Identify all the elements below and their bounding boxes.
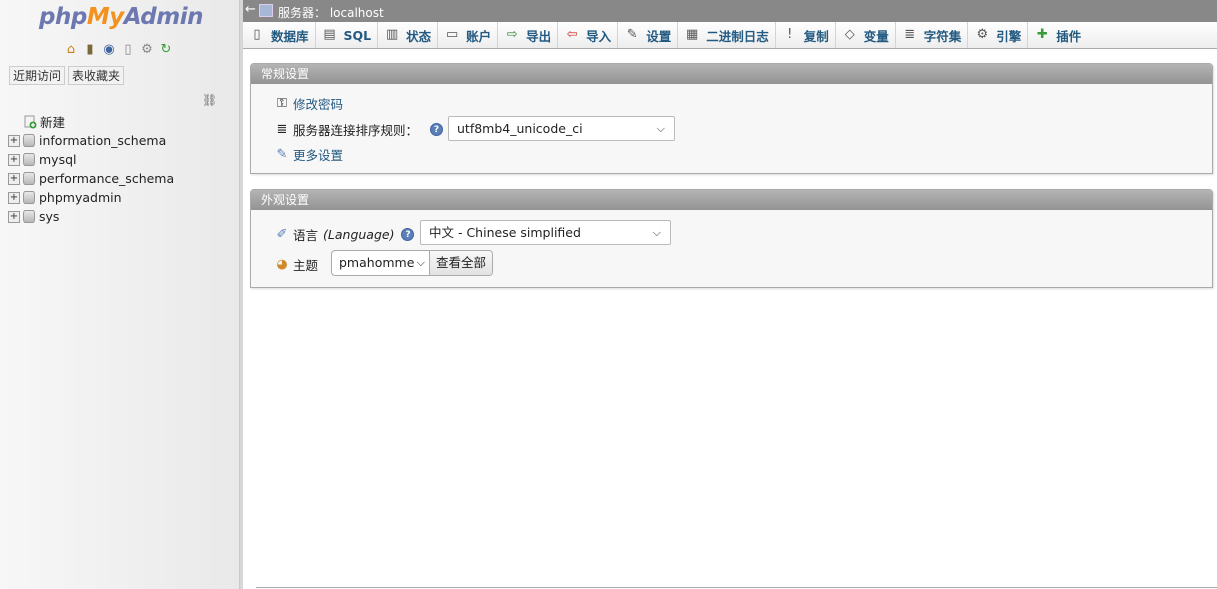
tab-variables[interactable]: ◇ 变量 <box>836 22 896 48</box>
tab-binlog[interactable]: ▦ 二进制日志 <box>678 22 776 48</box>
expand-icon[interactable]: + <box>8 153 20 166</box>
sql-icon: ▤ <box>323 27 336 42</box>
tree-item-label[interactable]: phpmyadmin <box>39 190 122 205</box>
theme-label: 主题 <box>293 258 319 273</box>
expand-icon[interactable]: + <box>8 210 20 223</box>
navigation-panel: phpMyAdmin ⌂ ▮ ◉ ▯ ⚙ ↻ 近期访问 表收藏夹 ⛓ 新建 + … <box>0 0 240 589</box>
tab-replication[interactable]: ! 复制 <box>776 22 836 48</box>
language-row: ✐ 语言 (Language) ? <box>274 225 415 244</box>
change-password-row: ⚿ 修改密码 <box>274 94 343 113</box>
database-icon <box>23 153 35 166</box>
tab-favorites[interactable]: 表收藏夹 <box>68 66 125 85</box>
accounts-icon: ▭ <box>445 27 459 42</box>
tab-engines[interactable]: ⚙ 引擎 <box>968 22 1029 48</box>
server-icon <box>259 4 273 17</box>
expand-icon[interactable]: + <box>8 172 20 185</box>
back-arrow-icon[interactable]: ← <box>245 2 256 17</box>
tree-item-database[interactable]: + mysql <box>6 150 174 169</box>
help-icon[interactable]: ? <box>401 228 415 241</box>
binlog-icon: ▦ <box>686 27 699 42</box>
tree-item-new[interactable]: 新建 <box>6 112 174 131</box>
language-label: 语言 <box>293 228 319 243</box>
palette-icon: ◕ <box>276 256 288 272</box>
nav-icon-bar: ⌂ ▮ ◉ ▯ ⚙ ↻ <box>63 42 174 58</box>
tree-item-label[interactable]: information_schema <box>39 133 166 148</box>
panel-title: 常规设置 <box>251 64 1212 84</box>
database-icon <box>23 191 35 204</box>
more-settings-row: ✎ 更多设置 <box>274 145 343 164</box>
wrench-icon: ✎ <box>276 146 288 162</box>
tree-item-database[interactable]: + sys <box>6 207 174 226</box>
tab-status[interactable]: ▥ 状态 <box>378 22 439 48</box>
breadcrumb-server[interactable]: 服务器： localhost <box>278 4 384 21</box>
reload-icon[interactable]: ↻ <box>158 42 174 58</box>
engine-icon: ⚙ <box>976 27 989 42</box>
tree-item-database[interactable]: + phpmyadmin <box>6 188 174 207</box>
chain-link-icon[interactable]: ⛓ <box>202 93 217 107</box>
theme-control: pmahomme ⌵ 查看全部 <box>331 250 494 276</box>
database-icon <box>23 134 35 147</box>
server-menu-bar: ▯ 数据库 ▤ SQL ▥ 状态 ▭ 账户 ⇨ 导出 ⇦ 导入 ✎ 设置 ▦ 二进制日志 ! 复制… <box>243 22 1217 49</box>
database-tree: 新建 + information_schema + mysql + perfor… <box>6 112 174 226</box>
tree-item-label[interactable]: mysql <box>39 152 77 167</box>
tree-item-label[interactable]: sys <box>39 209 59 224</box>
view-all-themes-button[interactable]: 查看全部 <box>430 251 493 275</box>
tab-databases[interactable]: ▯ 数据库 <box>243 22 316 48</box>
database-icon: ▯ <box>253 27 261 42</box>
settings-gear-icon[interactable]: ⚙ <box>139 42 155 58</box>
page-bottom-divider <box>256 587 1217 588</box>
database-icon <box>23 172 35 185</box>
logout-icon[interactable]: ▮ <box>82 42 98 58</box>
language-label-english: (Language) <box>323 227 395 242</box>
theme-row: ◕ 主题 <box>274 255 318 274</box>
plugin-icon: ✚ <box>1036 27 1048 42</box>
wrench-icon: ✎ <box>626 27 638 42</box>
theme-select[interactable]: pmahomme ⌵ <box>332 251 430 275</box>
collation-select[interactable]: utf8mb4_unicode_ci ⌵ <box>448 116 675 141</box>
tree-item-label: 新建 <box>40 115 66 130</box>
chevron-down-icon: ⌵ <box>652 226 661 239</box>
chevron-down-icon: ⌵ <box>416 256 425 269</box>
help-icon[interactable]: ◉ <box>101 42 117 58</box>
new-database-icon <box>23 115 37 129</box>
expand-icon[interactable]: + <box>8 134 20 147</box>
collation-list-icon: ≣ <box>276 121 288 137</box>
collation-label: 服务器连接排序规则： <box>293 123 419 138</box>
general-settings-panel: 常规设置 <box>250 63 1213 174</box>
tree-item-label[interactable]: performance_schema <box>39 171 174 186</box>
chevron-down-icon: ⌵ <box>656 122 665 135</box>
charset-icon: ≣ <box>904 27 916 42</box>
phpmyadmin-logo[interactable]: phpMyAdmin <box>39 4 203 30</box>
help-icon[interactable]: ? <box>430 123 444 136</box>
expand-icon[interactable]: + <box>8 191 20 204</box>
language-icon: ✐ <box>276 226 288 242</box>
tree-item-database[interactable]: + performance_schema <box>6 169 174 188</box>
variables-icon: ◇ <box>844 27 855 42</box>
tab-recent[interactable]: 近期访问 <box>9 66 66 85</box>
more-settings-link[interactable]: 更多设置 <box>293 145 343 164</box>
tree-item-database[interactable]: + information_schema <box>6 131 174 150</box>
docs-icon[interactable]: ▯ <box>120 42 136 58</box>
tab-settings[interactable]: ✎ 设置 <box>618 22 679 48</box>
export-icon: ⇨ <box>506 27 518 42</box>
language-select[interactable]: 中文 - Chinese simplified ⌵ <box>420 220 671 245</box>
collation-row: ≣ 服务器连接排序规则： ? <box>274 120 444 139</box>
tab-accounts[interactable]: ▭ 账户 <box>438 22 499 48</box>
tab-import[interactable]: ⇦ 导入 <box>558 22 619 48</box>
status-icon: ▥ <box>385 27 399 42</box>
tab-plugins[interactable]: ✚ 插件 <box>1028 22 1087 48</box>
nav-resize-handle[interactable] <box>240 0 243 589</box>
key-icon: ⚿ <box>277 95 287 111</box>
change-password-link[interactable]: 修改密码 <box>293 94 343 113</box>
server-breadcrumb-bar: ← 服务器： localhost <box>243 0 1217 22</box>
panel-title: 外观设置 <box>251 190 1212 210</box>
import-icon: ⇦ <box>566 27 578 42</box>
nav-tabs: 近期访问 表收藏夹 <box>9 66 125 85</box>
replication-icon: ! <box>787 27 793 42</box>
tab-charset[interactable]: ≣ 字符集 <box>896 22 969 48</box>
tab-sql[interactable]: ▤ SQL <box>316 22 379 48</box>
home-icon[interactable]: ⌂ <box>63 42 79 58</box>
tab-export[interactable]: ⇨ 导出 <box>498 22 559 48</box>
database-icon <box>23 210 35 223</box>
